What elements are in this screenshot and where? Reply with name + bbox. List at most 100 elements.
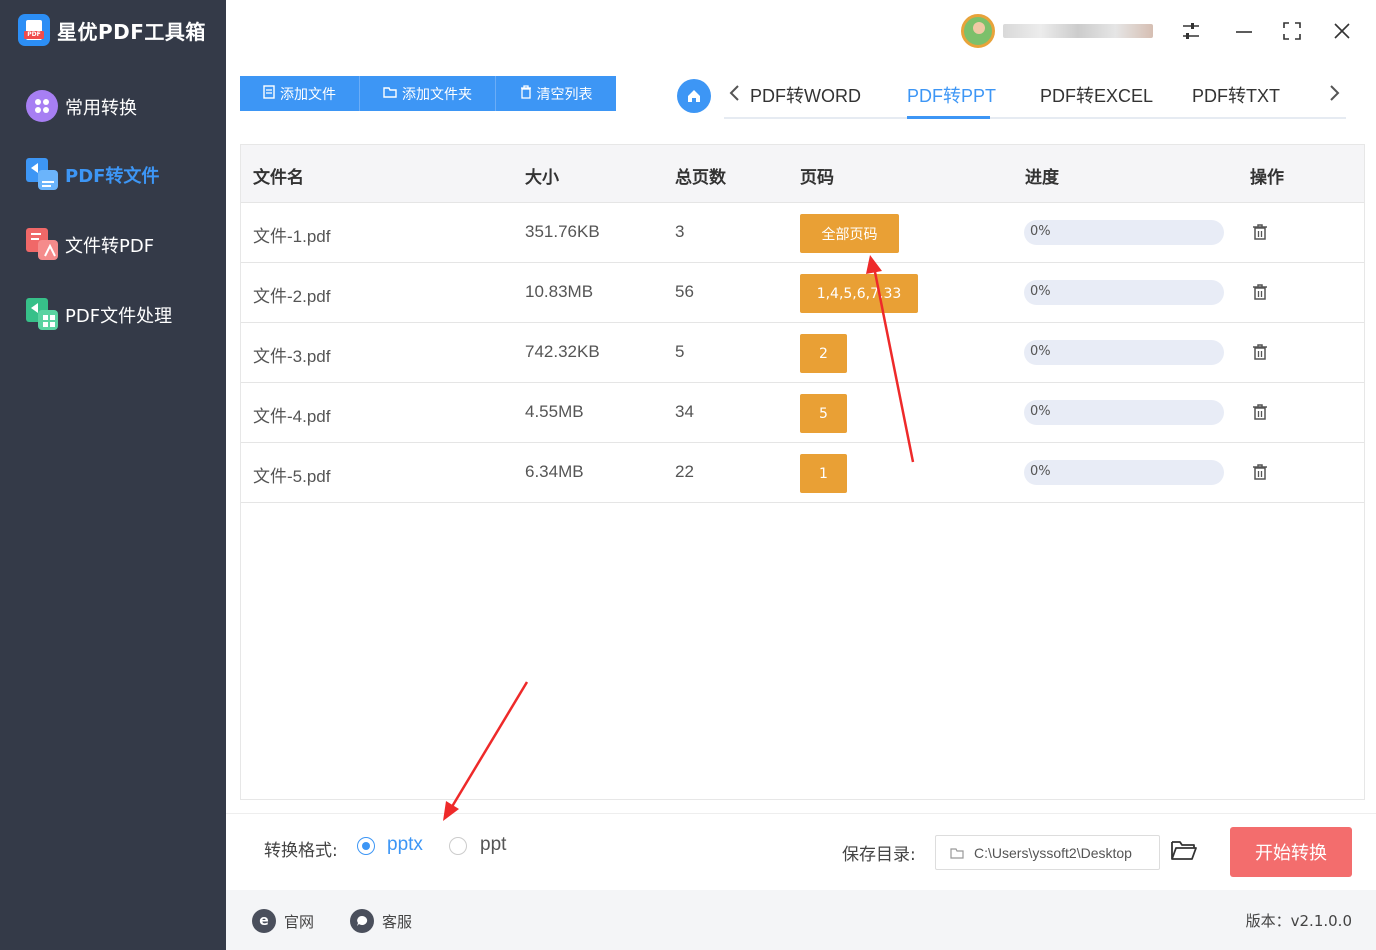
app-logo-icon: PDF — [18, 14, 50, 46]
progress-bar: 0% — [1024, 400, 1224, 425]
sidebar-item-common-convert[interactable]: 常用转换 — [26, 90, 137, 124]
sidebar-item-pdf-to-file[interactable]: PDF转文件 — [26, 158, 159, 192]
footer: e 官网 客服 版本：v2.1.0.0 — [226, 890, 1376, 950]
toolbar: 添加文件 添加文件夹 清空列表 — [240, 76, 616, 111]
save-dir-value: C:\Users\yssoft2\Desktop — [974, 844, 1132, 861]
bottom-bar: 转换格式: pptx ppt 保存目录: C:\Users\yssoft2\De… — [226, 813, 1376, 889]
progress-text: 0% — [1030, 404, 1051, 419]
tab-next-arrow-icon[interactable] — [1328, 82, 1342, 110]
maximize-icon[interactable] — [1277, 16, 1307, 46]
page-range-button[interactable]: 1 — [800, 454, 847, 493]
table-row: 文件-2.pdf 10.83MB 56 1,4,5,6,7,33 0% — [241, 263, 1364, 323]
format-radio-pptx[interactable] — [357, 837, 375, 855]
page-range-button[interactable]: 5 — [800, 394, 847, 433]
website-icon: e — [252, 909, 276, 933]
table-row: 文件-4.pdf 4.55MB 34 5 0% — [241, 383, 1364, 443]
file-to-pdf-icon — [26, 228, 60, 262]
page-range-button[interactable]: 1,4,5,6,7,33 — [800, 274, 918, 313]
delete-row-trash-icon[interactable] — [1252, 463, 1268, 481]
delete-row-trash-icon[interactable] — [1252, 403, 1268, 421]
home-button[interactable] — [677, 79, 711, 113]
add-file-label: 添加文件 — [280, 86, 336, 103]
tab-pdf-to-word[interactable]: PDF转WORD — [750, 82, 861, 108]
settings-icon[interactable] — [1176, 16, 1206, 46]
version-text: 版本：v2.1.0.0 — [1245, 912, 1352, 930]
sidebar-item-label: 文件转PDF — [65, 236, 155, 257]
user-avatar[interactable] — [961, 14, 995, 48]
tab-pdf-to-ppt[interactable]: PDF转PPT — [907, 82, 996, 108]
header-range: 页码 — [800, 168, 834, 188]
user-name-blurred — [1003, 24, 1153, 38]
table-row: 文件-3.pdf 742.32KB 5 2 0% — [241, 323, 1364, 383]
format-label-pptx[interactable]: pptx — [387, 834, 423, 856]
sidebar-item-file-to-pdf[interactable]: 文件转PDF — [26, 228, 154, 262]
file-size: 742.32KB — [525, 342, 600, 361]
file-name: 文件-2.pdf — [253, 287, 331, 306]
pdf-process-icon — [26, 298, 60, 332]
header-pages: 总页数 — [675, 168, 726, 188]
header-size: 大小 — [525, 168, 559, 188]
tab-prev-arrow-icon[interactable] — [727, 82, 741, 110]
support-label: 客服 — [382, 912, 413, 931]
grid-icon — [26, 90, 60, 124]
file-table: 文件名 大小 总页数 页码 进度 操作 文件-1.pdf 351.76KB 3 全部页… — [240, 144, 1365, 800]
page-count: 34 — [675, 402, 694, 421]
format-radio-ppt[interactable] — [449, 837, 467, 855]
file-name: 文件-4.pdf — [253, 407, 331, 426]
minimize-icon[interactable] — [1229, 16, 1259, 46]
folder-icon — [383, 86, 397, 102]
delete-row-trash-icon[interactable] — [1252, 223, 1268, 241]
file-icon — [263, 84, 275, 103]
close-icon[interactable] — [1327, 16, 1357, 46]
add-file-button[interactable]: 添加文件 — [240, 76, 360, 111]
page-range-button[interactable]: 2 — [800, 334, 847, 373]
page-range-button[interactable]: 全部页码 — [800, 214, 899, 253]
file-size: 6.34MB — [525, 462, 584, 481]
page-count: 5 — [675, 342, 685, 361]
tab-pdf-to-excel[interactable]: PDF转EXCEL — [1040, 82, 1153, 108]
page-count: 56 — [675, 282, 694, 301]
add-folder-button[interactable]: 添加文件夹 — [360, 76, 496, 111]
page-count: 22 — [675, 462, 694, 481]
delete-row-trash-icon[interactable] — [1252, 283, 1268, 301]
file-name: 文件-3.pdf — [253, 347, 331, 366]
add-folder-label: 添加文件夹 — [402, 86, 472, 103]
sidebar-item-label: PDF文件处理 — [65, 306, 173, 327]
file-name: 文件-5.pdf — [253, 467, 331, 486]
save-dir-input[interactable]: C:\Users\yssoft2\Desktop — [935, 835, 1160, 870]
website-link[interactable]: e 官网 — [252, 909, 314, 933]
header-name: 文件名 — [253, 168, 304, 188]
table-header: 文件名 大小 总页数 页码 进度 操作 — [241, 145, 1364, 203]
progress-bar: 0% — [1024, 460, 1224, 485]
clear-list-button[interactable]: 清空列表 — [496, 76, 616, 111]
folder-small-icon — [950, 847, 964, 859]
sidebar: PDF 星优PDF工具箱 常用转换 PDF转文件 文件转PDF PDF文件处理 — [0, 0, 226, 950]
tabs-divider — [724, 117, 1346, 119]
file-size: 4.55MB — [525, 402, 584, 421]
website-label: 官网 — [284, 912, 315, 931]
trash-icon — [520, 84, 532, 103]
start-convert-button[interactable]: 开始转换 — [1230, 827, 1352, 877]
chat-icon — [350, 909, 374, 933]
table-row: 文件-1.pdf 351.76KB 3 全部页码 0% — [241, 203, 1364, 263]
format-label-ppt[interactable]: ppt — [480, 834, 506, 856]
header-action: 操作 — [1250, 168, 1284, 188]
save-dir-label: 保存目录: — [842, 845, 916, 865]
tab-pdf-to-txt[interactable]: PDF转TXT — [1192, 82, 1280, 108]
browse-folder-icon[interactable] — [1170, 838, 1200, 866]
progress-text: 0% — [1030, 284, 1051, 299]
active-tab-indicator — [907, 116, 990, 119]
progress-bar: 0% — [1024, 220, 1224, 245]
progress-text: 0% — [1030, 224, 1051, 239]
format-label: 转换格式: — [264, 841, 338, 861]
file-size: 351.76KB — [525, 222, 600, 241]
progress-text: 0% — [1030, 344, 1051, 359]
progress-text: 0% — [1030, 464, 1051, 479]
delete-row-trash-icon[interactable] — [1252, 343, 1268, 361]
support-link[interactable]: 客服 — [350, 909, 412, 933]
pdf-to-file-icon — [26, 158, 60, 192]
sidebar-item-label: PDF转文件 — [65, 166, 160, 187]
sidebar-item-pdf-process[interactable]: PDF文件处理 — [26, 298, 172, 332]
table-row: 文件-5.pdf 6.34MB 22 1 0% — [241, 443, 1364, 503]
home-icon — [688, 90, 700, 102]
